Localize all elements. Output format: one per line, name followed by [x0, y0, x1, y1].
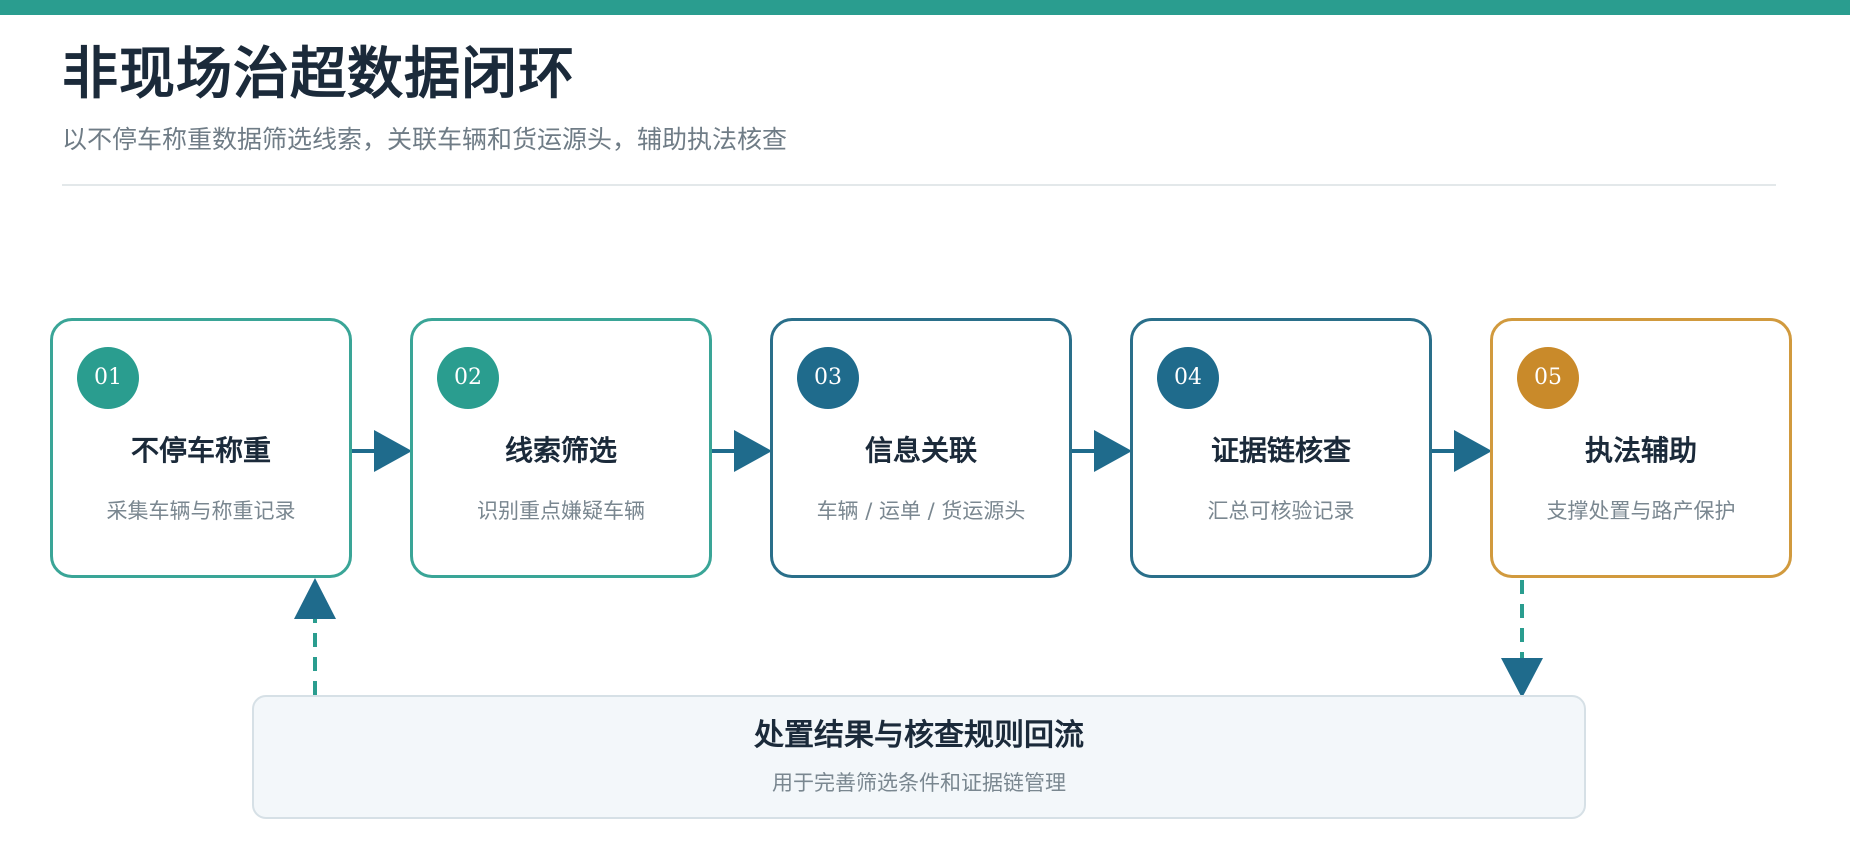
step-title: 不停车称重 — [130, 434, 271, 467]
step-number-badge: 04 — [1157, 347, 1219, 409]
step-description: 采集车辆与称重记录 — [106, 499, 296, 523]
arrow-step1-step2 — [352, 430, 412, 472]
step-description: 车辆 / 运单 / 货运源头 — [816, 499, 1026, 523]
arrow-step2-step3 — [712, 430, 772, 472]
feedback-title: 处置结果与核查规则回流 — [754, 718, 1084, 753]
step-number-badge: 02 — [437, 347, 499, 409]
step-card-enforcement: 05 执法辅助 支撑处置与路产保护 — [1490, 318, 1792, 578]
step-description: 支撑处置与路产保护 — [1546, 499, 1736, 523]
arrow-step3-step4 — [1072, 430, 1132, 472]
arrow-step5-feedback — [1501, 580, 1543, 698]
feedback-description: 用于完善筛选条件和证据链管理 — [772, 771, 1066, 795]
arrow-step4-step5 — [1432, 430, 1492, 472]
step-number-badge: 03 — [797, 347, 859, 409]
step-description: 识别重点嫌疑车辆 — [477, 499, 645, 523]
step-card-collection: 01 不停车称重 采集车辆与称重记录 — [50, 318, 352, 578]
step-title: 证据链核查 — [1210, 434, 1351, 467]
step-description: 汇总可核验记录 — [1207, 499, 1355, 523]
arrow-feedback-step1 — [294, 578, 336, 695]
step-title: 线索筛选 — [504, 434, 617, 467]
step-number-badge: 05 — [1517, 347, 1579, 409]
step-card-screening: 02 线索筛选 识别重点嫌疑车辆 — [410, 318, 712, 578]
step-card-evidence-check: 04 证据链核查 汇总可核验记录 — [1130, 318, 1432, 578]
step-number-badge: 01 — [77, 347, 139, 409]
step-title: 执法辅助 — [1584, 434, 1697, 467]
step-card-association: 03 信息关联 车辆 / 运单 / 货运源头 — [770, 318, 1072, 578]
feedback-loop-box: 处置结果与核查规则回流 用于完善筛选条件和证据链管理 — [252, 695, 1586, 819]
step-title: 信息关联 — [864, 434, 977, 467]
